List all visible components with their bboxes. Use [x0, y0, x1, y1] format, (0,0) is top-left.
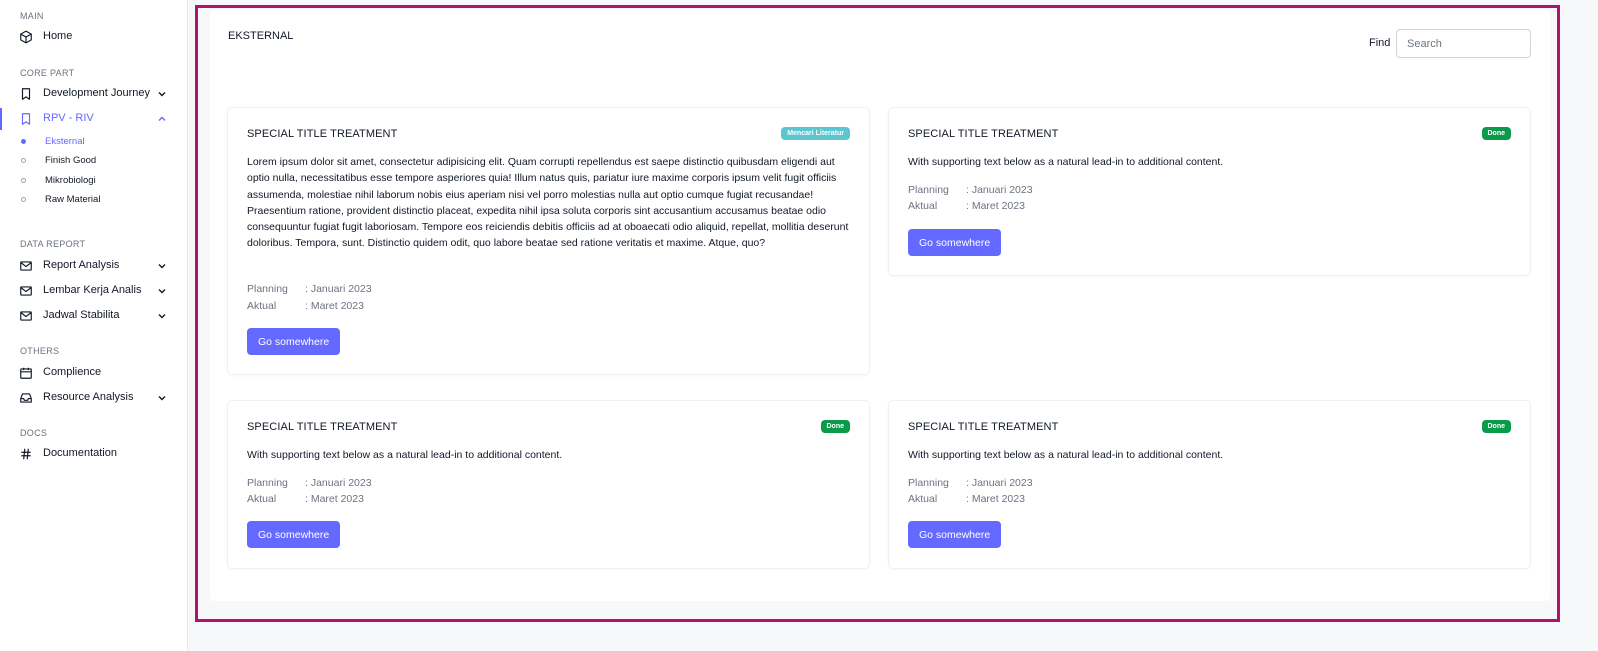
sidebar-item-label: Jadwal Stabilita	[43, 309, 120, 321]
planning-label: Planning	[908, 477, 949, 489]
card: SPECIAL TITLE TREATMENT Done With suppor…	[889, 401, 1530, 568]
aktual-label: Aktual	[908, 200, 938, 212]
sidebar-subitem-label: Mikrobiologi	[45, 175, 96, 186]
sidebar-item-label: Development Journey	[43, 87, 151, 99]
inbox-icon	[20, 393, 32, 403]
status-badge: Done	[1481, 420, 1511, 433]
aktual-value: : Maret 2023	[305, 300, 364, 312]
aktual-label: Aktual	[247, 493, 277, 505]
aktual-value: : Maret 2023	[966, 493, 1025, 505]
find-label: Find	[1369, 37, 1391, 49]
mail-icon	[20, 311, 32, 321]
sidebar-subitem-mikrobiologi[interactable]: Mikrobiologi	[0, 173, 187, 189]
bullet-icon	[21, 178, 26, 183]
card-title: SPECIAL TITLE TREATMENT	[247, 421, 398, 433]
sidebar-item-rpv-riv[interactable]: RPV - RIV	[0, 108, 187, 130]
status-badge: Done	[1481, 127, 1511, 140]
sidebar-item-label: Documentation	[43, 447, 117, 459]
aktual-value: : Maret 2023	[305, 493, 364, 505]
sidebar-subitem-eksternal[interactable]: Eksternal	[0, 134, 187, 150]
bookmark-icon	[21, 113, 31, 125]
sidebar-item-documentation[interactable]: Documentation	[0, 443, 187, 465]
status-badge: Mencari Literatur	[781, 127, 850, 140]
sidebar-item-lembar-kerja-analis[interactable]: Lembar Kerja Analis	[0, 280, 187, 302]
sidebar-item-resource-analysis[interactable]: Resource Analysis	[0, 387, 187, 409]
sidebar-item-development-journey[interactable]: Development Journey	[0, 83, 187, 105]
sidebar-item-label: Resource Analysis	[43, 391, 134, 403]
bullet-icon	[21, 197, 26, 202]
sidebar-item-label: Complience	[43, 366, 102, 378]
sidebar-subitem-label: Raw Material	[45, 194, 101, 205]
card: SPECIAL TITLE TREATMENT Done With suppor…	[889, 108, 1530, 275]
cube-icon	[20, 30, 32, 44]
sidebar-item-jadwal-stabilita[interactable]: Jadwal Stabilita	[0, 305, 187, 327]
mail-icon	[20, 261, 32, 271]
planning-label: Planning	[247, 477, 288, 489]
go-somewhere-button[interactable]: Go somewhere	[247, 521, 341, 548]
aktual-label: Aktual	[247, 300, 277, 312]
aktual-row: Aktual : Maret 2023	[247, 300, 364, 312]
mail-icon	[20, 286, 32, 296]
page-title: EKSTERNAL	[228, 30, 294, 42]
planning-value: : Januari 2023	[966, 477, 1033, 489]
planning-value: : Januari 2023	[305, 477, 372, 489]
planning-row: Planning : Januari 2023	[247, 283, 372, 295]
section-label-main: MAIN	[20, 11, 44, 21]
card-text: Lorem ipsum dolor sit amet, consectetur …	[247, 156, 849, 250]
card-text: With supporting text below as a natural …	[908, 449, 1224, 461]
card-text: With supporting text below as a natural …	[908, 156, 1224, 168]
card-title: SPECIAL TITLE TREATMENT	[908, 421, 1059, 433]
aktual-row: Aktual : Maret 2023	[247, 493, 364, 505]
bullet-icon	[21, 158, 26, 163]
sidebar-item-label: Home	[43, 30, 73, 42]
card: SPECIAL TITLE TREATMENT Mencari Literatu…	[228, 108, 869, 374]
planning-label: Planning	[247, 283, 288, 295]
sidebar-subitem-raw-material[interactable]: Raw Material	[0, 192, 187, 208]
sidebar-item-label: RPV - RIV	[43, 112, 94, 124]
sidebar-item-label: Report Analysis	[43, 259, 120, 271]
bullet-icon	[21, 139, 26, 144]
search-input[interactable]	[1396, 29, 1531, 58]
aktual-row: Aktual : Maret 2023	[908, 200, 1025, 212]
section-label-others: OTHERS	[20, 346, 60, 356]
chevron-up-icon	[158, 116, 166, 121]
go-somewhere-button[interactable]: Go somewhere	[908, 521, 1002, 548]
planning-row: Planning : Januari 2023	[247, 477, 372, 489]
section-label-data-report: DATA REPORT	[20, 239, 86, 249]
chevron-down-icon	[158, 396, 166, 401]
planning-row: Planning : Januari 2023	[908, 184, 1033, 196]
card: SPECIAL TITLE TREATMENT Done With suppor…	[228, 401, 869, 568]
sidebar-subitem-label: Finish Good	[45, 155, 97, 166]
sidebar-item-complience[interactable]: Complience	[0, 362, 187, 384]
go-somewhere-button[interactable]: Go somewhere	[247, 328, 341, 355]
hash-icon	[21, 448, 31, 460]
go-somewhere-button[interactable]: Go somewhere	[908, 229, 1002, 256]
sidebar-subitem-finish-good[interactable]: Finish Good	[0, 153, 187, 169]
sidebar-item-home[interactable]: Home	[0, 26, 187, 48]
chevron-down-icon	[158, 289, 166, 294]
calendar-icon	[20, 367, 32, 379]
planning-value: : Januari 2023	[966, 184, 1033, 196]
status-badge: Done	[820, 420, 850, 433]
aktual-row: Aktual : Maret 2023	[908, 493, 1025, 505]
aktual-label: Aktual	[908, 493, 938, 505]
bookmark-icon	[21, 88, 31, 100]
planning-label: Planning	[908, 184, 949, 196]
sidebar: MAIN Home CORE PART Development Journey …	[0, 0, 188, 651]
card-title: SPECIAL TITLE TREATMENT	[908, 128, 1059, 140]
chevron-down-icon	[158, 264, 166, 269]
aktual-value: : Maret 2023	[966, 200, 1025, 212]
chevron-down-icon	[158, 314, 166, 319]
card-text: With supporting text below as a natural …	[247, 449, 563, 461]
planning-row: Planning : Januari 2023	[908, 477, 1033, 489]
card-title: SPECIAL TITLE TREATMENT	[247, 128, 398, 140]
chevron-down-icon	[158, 92, 166, 97]
section-label-docs: DOCS	[20, 428, 48, 438]
section-label-core: CORE PART	[20, 68, 75, 78]
sidebar-item-report-analysis[interactable]: Report Analysis	[0, 255, 187, 277]
sidebar-item-label: Lembar Kerja Analis	[43, 284, 142, 296]
planning-value: : Januari 2023	[305, 283, 372, 295]
sidebar-subitem-label: Eksternal	[45, 136, 85, 147]
